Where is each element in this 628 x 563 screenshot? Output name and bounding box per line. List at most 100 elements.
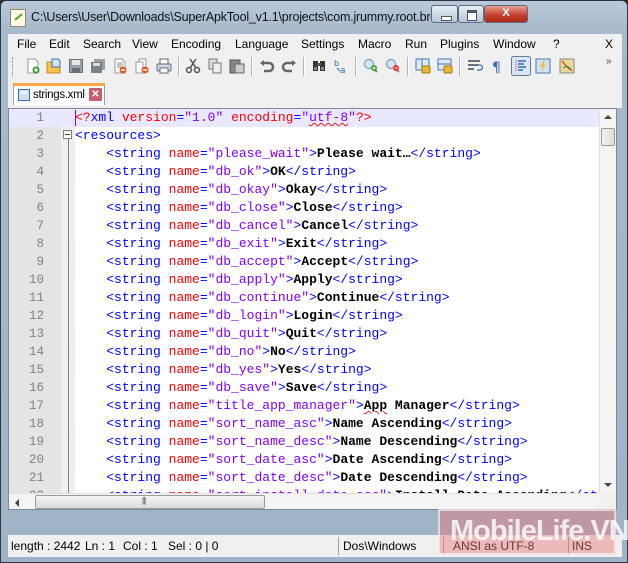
title-bar[interactable]: C:\Users\User\Downloads\SuperApkTool_v1.…	[1, 1, 627, 34]
menu-edit[interactable]: Edit	[49, 37, 70, 51]
code-token-tag: </string>	[441, 416, 512, 431]
scroll-down-icon[interactable]	[604, 483, 612, 487]
code-line[interactable]: 17 <string name="title_app_manager">App …	[9, 397, 599, 415]
code-line[interactable]: 2 <resources>	[9, 127, 599, 145]
menu-window[interactable]: Window	[493, 37, 536, 51]
code-token-val: "db_accept"	[207, 254, 294, 269]
code-token-val: "db_okay"	[207, 182, 278, 197]
code-line[interactable]: 18 <string name="sort_name_asc">Name Asc…	[9, 415, 599, 433]
notepad-plus-plus-window: C:\Users\User\Downloads\SuperApkTool_v1.…	[0, 0, 628, 563]
undo-icon[interactable]	[259, 58, 275, 74]
code-line[interactable]: 5 <string name="db_okay">Okay</string>	[9, 181, 599, 199]
code-line[interactable]: 21 <string name="sort_date_desc">Date De…	[9, 469, 599, 487]
notepad-app-icon	[10, 9, 26, 27]
close-window-button[interactable]: X	[484, 5, 528, 23]
code-line[interactable]: 9 <string name="db_accept">Accept</strin…	[9, 253, 599, 271]
menu-settings[interactable]: Settings	[301, 37, 344, 51]
code-token-val: utf-8	[309, 110, 349, 125]
line-number: 18	[28, 417, 44, 431]
find-icon[interactable]	[311, 58, 327, 74]
minimize-button[interactable]	[431, 5, 458, 23]
show-all-chars-icon[interactable]: ¶	[489, 58, 505, 74]
document-map-icon[interactable]	[559, 58, 575, 74]
paste-icon[interactable]	[229, 58, 245, 74]
menu-language[interactable]: Language	[235, 37, 288, 51]
menu-view[interactable]: View	[132, 37, 158, 51]
code-token-tag: <string	[106, 308, 169, 323]
fold-collapse-icon[interactable]	[63, 130, 72, 139]
maximize-button[interactable]	[458, 5, 484, 23]
line-code: <string name="sort_name_asc">Name Ascend…	[75, 416, 512, 431]
svg-text:a: a	[340, 66, 346, 74]
code-line[interactable]: 3 <string name="please_wait">Please wait…	[9, 145, 599, 163]
cut-icon[interactable]	[185, 58, 201, 74]
vertical-scroll-thumb[interactable]	[601, 128, 615, 146]
menu-macro[interactable]: Macro	[358, 37, 391, 51]
save-all-icon[interactable]	[90, 58, 106, 74]
code-token-tag: <string	[106, 146, 169, 161]
code-token-tag: =	[199, 290, 208, 305]
tab-strings-xml[interactable]: strings.xml ✕	[13, 83, 105, 105]
menu-run[interactable]: Run	[405, 37, 427, 51]
code-line[interactable]: 7 <string name="db_cancel">Cancel</strin…	[9, 217, 599, 235]
menu-encoding[interactable]: Encoding	[171, 37, 221, 51]
zoom-in-icon[interactable]	[363, 58, 379, 74]
code-token-tag: >	[309, 290, 317, 305]
toolbar-grip[interactable]	[12, 57, 16, 77]
replace-icon[interactable]: ba	[333, 58, 349, 74]
code-token-txt: Name Descending	[340, 434, 458, 449]
toolbar-overflow-button[interactable]: »	[606, 56, 612, 67]
code-line[interactable]: 1 <?xml version="1.0" encoding="utf-8"?>	[9, 109, 599, 127]
status-column: Col : 1	[123, 539, 158, 553]
word-wrap-icon[interactable]	[467, 58, 483, 74]
code-editor[interactable]: 1 <?xml version="1.0" encoding="utf-8"?> 2…	[8, 108, 617, 510]
code-line[interactable]: 15 <string name="db_yes">Yes</string>	[9, 361, 599, 379]
close-document-button[interactable]: X	[605, 37, 613, 51]
code-line[interactable]: 13 <string name="db_quit">Quit</string>	[9, 325, 599, 343]
scroll-up-icon[interactable]	[604, 115, 612, 119]
tab-close-icon[interactable]: ✕	[89, 88, 102, 101]
code-line[interactable]: 10 <string name="db_apply">Apply</string…	[9, 271, 599, 289]
menu-search[interactable]: Search	[83, 37, 121, 51]
save-icon[interactable]	[68, 58, 84, 74]
copy-icon[interactable]	[207, 58, 223, 74]
line-number: 5	[36, 183, 44, 197]
code-line[interactable]: 8 <string name="db_exit">Exit</string>	[9, 235, 599, 253]
scroll-left-icon[interactable]	[15, 499, 19, 507]
horizontal-scrollbar[interactable]	[9, 493, 599, 509]
close-file-icon[interactable]	[112, 58, 128, 74]
code-line[interactable]: 19 <string name="sort_name_desc">Name De…	[9, 433, 599, 451]
code-token-txt: Date Descending	[340, 470, 458, 485]
sync-horizontal-icon[interactable]	[437, 58, 453, 74]
code-token-attr: name	[168, 272, 200, 287]
code-line[interactable]: 16 <string name="db_save">Save</string>	[9, 379, 599, 397]
zoom-out-icon[interactable]	[385, 58, 401, 74]
code-line[interactable]: 11 <string name="db_continue">Continue</…	[9, 289, 599, 307]
vertical-scrollbar[interactable]	[599, 109, 616, 493]
code-line[interactable]: 6 <string name="db_close">Close</string>	[9, 199, 599, 217]
open-file-icon[interactable]	[46, 58, 62, 74]
code-line[interactable]: 14 <string name="db_no">No</string>	[9, 343, 599, 361]
code-token-tag: >	[355, 398, 364, 413]
line-code: <string name="title_app_manager">App Man…	[75, 398, 520, 413]
redo-icon[interactable]	[281, 58, 297, 74]
code-token-val: "db_no"	[207, 344, 263, 359]
print-icon[interactable]	[156, 58, 172, 74]
menu-file[interactable]: File	[17, 37, 36, 51]
sync-vertical-icon[interactable]	[415, 58, 431, 74]
code-token-tag: </string>	[379, 290, 450, 305]
menu-plugins[interactable]: Plugins	[440, 37, 479, 51]
new-file-icon[interactable]	[25, 58, 41, 74]
user-language-icon[interactable]	[535, 58, 551, 74]
code-line[interactable]: 20 <string name="sort_date_asc">Date Asc…	[9, 451, 599, 469]
indent-guide-icon[interactable]	[511, 56, 531, 76]
code-token-attr: name	[168, 344, 200, 359]
code-line[interactable]: 12 <string name="db_login">Login</string…	[9, 307, 599, 325]
code-token-tag: <string	[106, 344, 169, 359]
code-token-attr: name	[168, 362, 200, 377]
close-all-icon[interactable]	[134, 58, 150, 74]
horizontal-scroll-thumb[interactable]	[35, 495, 265, 509]
code-token-txt: Exit	[285, 236, 317, 251]
code-line[interactable]: 4 <string name="db_ok">OK</string>	[9, 163, 599, 181]
menu-help[interactable]: ?	[553, 37, 560, 51]
